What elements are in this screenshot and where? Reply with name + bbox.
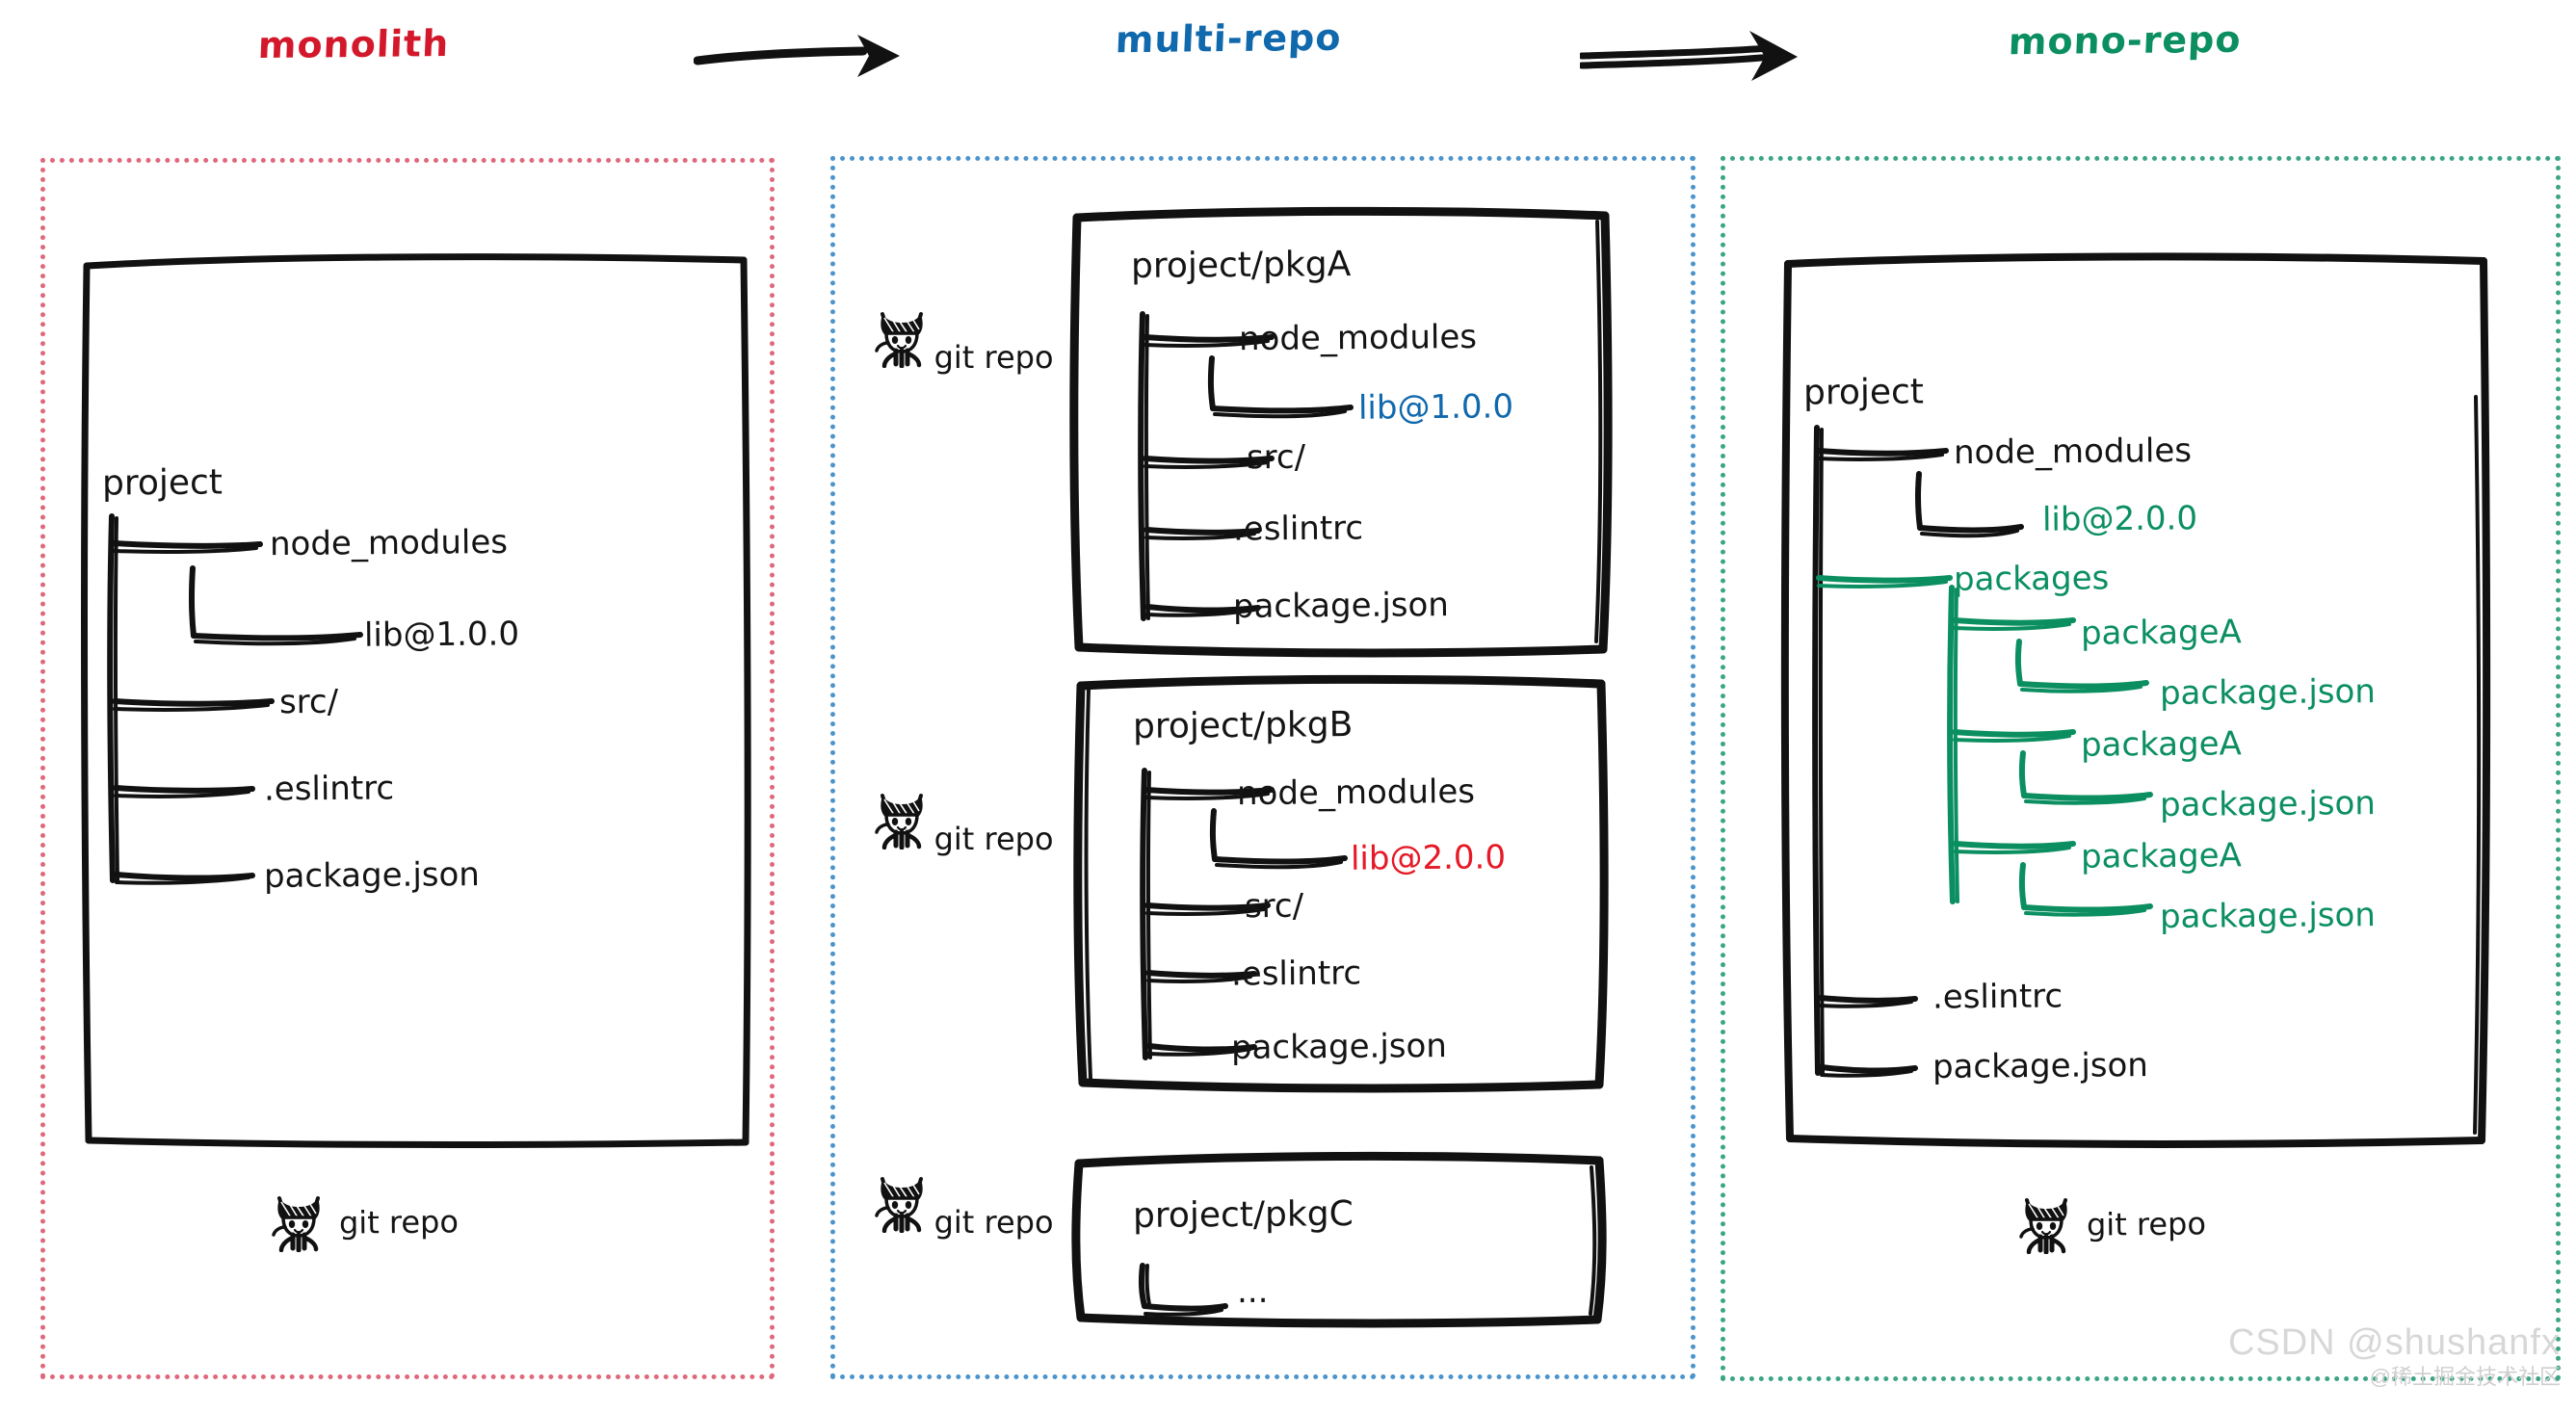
double-arrow-right-icon <box>1580 31 1798 81</box>
header-monorepo: mono-repo <box>2008 17 2243 64</box>
monolith-tree-eslintrc: .eslintrc <box>263 769 395 809</box>
monorepo-tree-eslintrc: .eslintrc <box>1932 977 2063 1017</box>
pkga-tree-package-json: package.json <box>1232 586 1450 626</box>
multirepo-git-repo-1: git repo <box>873 308 1056 376</box>
octocat-icon <box>2019 1198 2067 1254</box>
octocat-icon <box>875 1177 924 1233</box>
monolith-git-repo-label: git repo <box>338 1203 460 1242</box>
multirepo-pkgc-box: project/pkgC ... <box>1071 1151 1607 1328</box>
pkgc-tree-title: project/pkgC <box>1132 1194 1354 1236</box>
monorepo-tree-node-modules: node_modules <box>1953 431 2193 473</box>
monorepo-tree-packageA-3: packageA <box>2080 836 2242 876</box>
multirepo-git-repo-3: git repo <box>873 1173 1056 1241</box>
pkgb-tree-node-modules: node_modules <box>1236 771 1476 814</box>
monorepo-tree-packages: packages <box>1953 559 2110 599</box>
pkga-tree-src: src/ <box>1246 437 1306 478</box>
pkgc-tree-ellipsis: ... <box>1236 1271 1269 1312</box>
multirepo-pkgb-box: project/pkgB node_modules lib@2.0.0 src/… <box>1071 674 1609 1093</box>
pkga-tree-node-modules: node_modules <box>1238 317 1478 359</box>
pkgb-tree-eslintrc: .eslintrc <box>1230 954 1362 994</box>
watermark-main: CSDN @shushanfx <box>2227 1322 2561 1363</box>
pkga-tree-eslintrc: .eslintrc <box>1232 509 1364 549</box>
pkga-tree-lib: lib@1.0.0 <box>1357 387 1514 428</box>
pkgb-tree-package-json: package.json <box>1230 1027 1448 1067</box>
monorepo-project-box: project node_modules lib@2.0.0 packages … <box>1780 252 2493 1148</box>
multirepo-git-repo-label-3: git repo <box>933 1204 1054 1241</box>
watermark: CSDN @shushanfx @稀土掘金技术社区 <box>2228 1322 2561 1391</box>
monolith-git-repo: git repo <box>272 1192 459 1252</box>
monorepo-tree-title: project <box>1802 372 1925 413</box>
pkgb-tree-src: src/ <box>1244 886 1304 927</box>
octocat-icon <box>875 312 924 368</box>
monolith-tree-node-modules: node_modules <box>269 522 509 564</box>
octocat-icon <box>875 794 924 850</box>
monolith-tree-src: src/ <box>278 682 339 722</box>
monolith-tree-title: project <box>101 462 223 504</box>
multirepo-pkga-box: project/pkgA node_modules lib@1.0.0 src/… <box>1069 206 1613 658</box>
pkga-tree-title: project/pkgA <box>1130 245 1352 286</box>
monorepo-git-repo-label: git repo <box>2086 1205 2207 1243</box>
monorepo-tree-package-json: package.json <box>1932 1046 2149 1086</box>
monorepo-git-repo: git repo <box>2019 1194 2206 1254</box>
pkgb-tree-title: project/pkgB <box>1132 705 1354 746</box>
octocat-icon <box>272 1196 320 1252</box>
monolith-tree-lib: lib@1.0.0 <box>363 614 520 655</box>
monolith-project-box: project node_modules lib@1.0.0 src/ .esl… <box>81 252 755 1148</box>
pkgb-tree-lib: lib@2.0.0 <box>1350 838 1507 878</box>
arrow-right-icon <box>694 35 900 77</box>
monorepo-tree-packageA-1: packageA <box>2080 613 2242 653</box>
monorepo-tree-package-json-1: package.json <box>2159 672 2377 713</box>
monolith-tree-package-json: package.json <box>263 855 481 896</box>
watermark-sub: @稀土掘金技术社区 <box>2369 1365 2561 1389</box>
diagram-canvas: monolith multi-repo mono-repo project no… <box>0 0 2576 1412</box>
monorepo-tree-package-json-2: package.json <box>2159 784 2377 824</box>
multirepo-git-repo-label-2: git repo <box>933 821 1054 857</box>
multirepo-git-repo-2: git repo <box>873 790 1056 857</box>
header-monolith: monolith <box>257 21 451 67</box>
monorepo-tree-lib: lib@2.0.0 <box>2041 499 2198 539</box>
monorepo-tree-packageA-2: packageA <box>2080 724 2242 765</box>
multirepo-git-repo-label-1: git repo <box>933 339 1054 376</box>
monorepo-tree-package-json-3: package.json <box>2159 896 2377 936</box>
header-multirepo: multi-repo <box>1115 15 1343 62</box>
